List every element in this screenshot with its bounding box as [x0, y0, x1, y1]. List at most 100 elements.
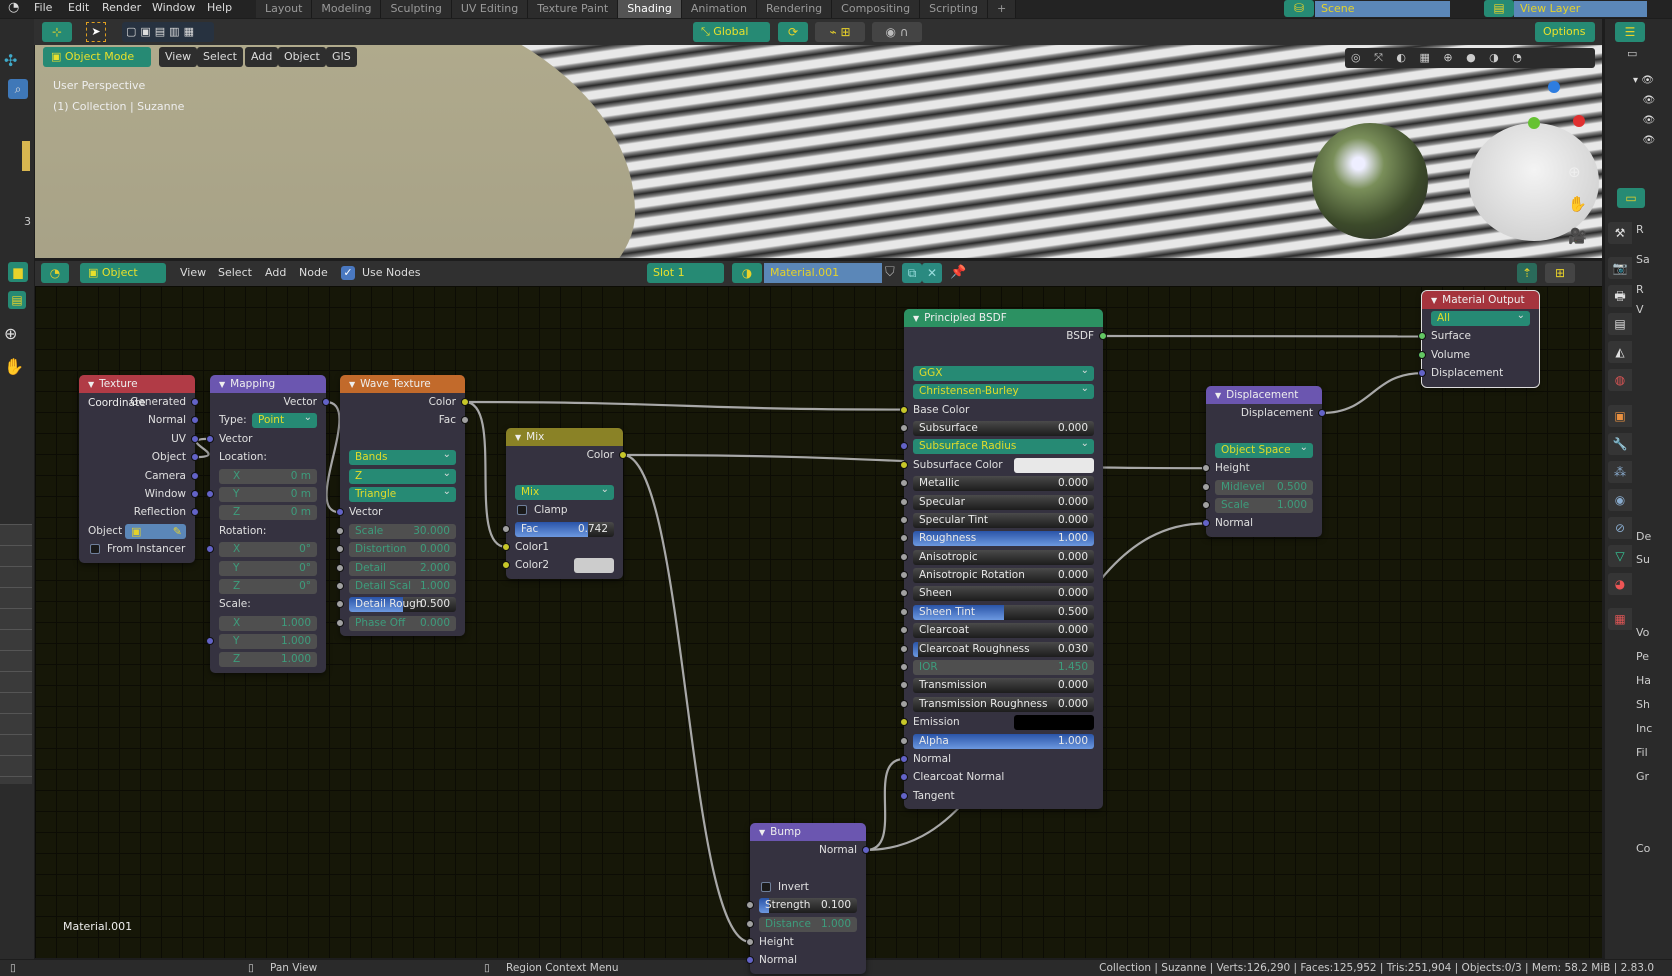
socket-blue[interactable] [900, 773, 908, 782]
socket-grey[interactable] [900, 479, 908, 488]
menu-window[interactable]: Window [152, 0, 195, 18]
zoom-view-icon[interactable]: ⊕ [1568, 163, 1581, 181]
from-instancer-checkbox[interactable] [90, 544, 100, 555]
mode-dropdown[interactable]: Z [349, 466, 456, 484]
material-browse-icon[interactable]: ◑ [732, 263, 762, 283]
socket-blue[interactable] [336, 508, 344, 517]
zoom-icon[interactable]: ⊕ [4, 324, 17, 343]
socket-grey[interactable] [746, 937, 754, 946]
menu-gis[interactable]: GIS [326, 47, 357, 67]
menu-help[interactable]: Help [207, 0, 232, 18]
socket-blue[interactable] [206, 545, 214, 554]
node-texcoord[interactable]: ▼ Texture Coordinate Generated Normal UV Obje… [79, 375, 199, 563]
socket-grey[interactable] [900, 515, 908, 524]
socket-grey[interactable] [746, 919, 754, 928]
socket-grey[interactable] [900, 423, 908, 432]
tab-layout[interactable]: Layout [256, 0, 313, 18]
socket-green[interactable] [1418, 350, 1426, 359]
render-tab-icon[interactable]: 📷 [1608, 257, 1632, 279]
type-dropdown[interactable]: Point [252, 410, 317, 429]
socket-grey[interactable] [900, 534, 908, 543]
eyedropper-icon[interactable]: ✎ [173, 524, 182, 539]
tab-rendering[interactable]: Rendering [756, 0, 833, 18]
slider-clearcoat-roughness[interactable]: Clearcoat Roughness 0.030 [913, 641, 1094, 657]
slider-alpha[interactable]: Alpha 1.000 [913, 733, 1094, 749]
snap-nodes-icon[interactable]: ⊞ [1545, 263, 1575, 283]
view-layer-field[interactable]: View Layer [1514, 1, 1647, 17]
properties-type-icon[interactable]: ▭ [1617, 188, 1645, 208]
view-layer-tab-icon[interactable]: ▤ [1608, 313, 1632, 335]
tab-modeling[interactable]: Modeling [312, 0, 382, 18]
socket-yellow[interactable] [619, 451, 627, 459]
slider-anisotropic-rotation[interactable]: Anisotropic Rotation 0.000 [913, 568, 1094, 584]
slider-roughness[interactable]: Roughness 1.000 [913, 531, 1094, 547]
navigation-gizmo[interactable] [1469, 123, 1599, 241]
pan-view-icon[interactable]: ✋ [1568, 195, 1587, 213]
socket-blue[interactable] [1202, 519, 1210, 528]
mode-dropdown[interactable]: Bands [349, 447, 456, 466]
socket-grey[interactable] [336, 618, 344, 627]
node-mapping[interactable]: ▼ Mapping Vector Type: Point Vector Location: X… [206, 375, 330, 673]
object-mode-dropdown[interactable]: ▣ Object Mode [43, 47, 151, 67]
z-axis-icon[interactable] [1548, 81, 1560, 93]
node-menu-select[interactable]: Select [212, 263, 258, 283]
proportional-edit-icon[interactable]: ◉ ∩ [872, 22, 922, 42]
socket-blue[interactable] [206, 637, 214, 646]
socket-grey[interactable] [900, 552, 908, 561]
tab-texture-paint[interactable]: Texture Paint [528, 0, 619, 18]
mode-dropdown[interactable]: Christensen-Burley [913, 381, 1094, 400]
use-nodes-checkbox[interactable]: ✓ [341, 266, 355, 280]
slider-metallic[interactable]: Metallic 0.000 [913, 476, 1094, 492]
slot-dropdown[interactable]: Slot 1 [647, 263, 724, 283]
blender-logo-icon[interactable]: ◔ [8, 0, 19, 18]
socket-grey[interactable] [900, 644, 908, 653]
mode-dropdown[interactable]: GGX [913, 363, 1094, 381]
socket-blue[interactable] [191, 471, 199, 480]
camera-view-icon[interactable]: 🎥 [1568, 227, 1587, 245]
node-header[interactable]: ▼ Bump [750, 823, 866, 841]
tab-animation[interactable]: Animation [681, 0, 757, 18]
node-header[interactable]: ▼ Material Output [1422, 291, 1539, 309]
world-tab-icon[interactable]: ◍ [1608, 369, 1632, 391]
node-header[interactable]: ▼ Mix [506, 428, 623, 446]
socket-grey[interactable] [1202, 482, 1210, 491]
tab-compositing[interactable]: Compositing [832, 0, 921, 18]
mode-dropdown[interactable]: Object Space [1215, 440, 1313, 458]
socket-green[interactable] [1418, 332, 1426, 341]
gizmo-icon[interactable]: ✣ [4, 51, 17, 70]
menu-render[interactable]: Render [102, 0, 141, 18]
color-swatch[interactable] [1014, 457, 1094, 473]
socket-yellow[interactable] [900, 460, 908, 469]
socket-grey[interactable] [900, 699, 908, 708]
socket-grey[interactable] [900, 663, 908, 672]
mode-dropdown[interactable]: All [1431, 308, 1530, 326]
object-dropdown[interactable]: ▣ Object [80, 263, 166, 283]
color-swatch[interactable] [574, 558, 614, 574]
unlink-material-icon[interactable]: ✕ [922, 263, 942, 283]
collapse-triangle-icon[interactable]: ▼ [88, 380, 94, 389]
socket-grey[interactable] [900, 497, 908, 506]
collapse-triangle-icon[interactable]: ▼ [515, 433, 521, 442]
physics-tab-icon[interactable]: ◉ [1608, 489, 1632, 511]
particles-tab-icon[interactable]: ⁂ [1608, 461, 1632, 483]
collapse-triangle-icon[interactable]: ▼ [349, 380, 355, 389]
options-dropdown[interactable]: Options [1535, 22, 1595, 42]
collapse-triangle-icon[interactable]: ▼ [219, 380, 225, 389]
socket-blue[interactable] [862, 846, 870, 854]
transform-orientation-dropdown[interactable]: ⤡ Global [693, 22, 770, 42]
node-menu-view[interactable]: View [174, 263, 212, 283]
socket-grey[interactable] [1202, 500, 1210, 509]
node-header[interactable]: ▼ Mapping [210, 375, 326, 393]
node-header[interactable]: ▼ Wave Texture [340, 375, 465, 393]
socket-blue[interactable] [1318, 409, 1326, 417]
tab-shading[interactable]: Shading [618, 0, 682, 18]
node-header[interactable]: ▼ Displacement [1206, 386, 1322, 404]
clamp-checkbox[interactable] [517, 505, 527, 516]
slider-sheen[interactable]: Sheen 0.000 [913, 586, 1094, 602]
invert-checkbox[interactable] [761, 881, 771, 892]
socket-grey[interactable] [900, 736, 908, 745]
visibility-eye-icons[interactable]: ▾ 👁 👁 👁 👁 [1633, 71, 1655, 151]
socket-yellow[interactable] [502, 542, 510, 551]
socket-grey[interactable] [336, 563, 344, 572]
node-header[interactable]: ▼ Texture Coordinate [79, 375, 195, 409]
